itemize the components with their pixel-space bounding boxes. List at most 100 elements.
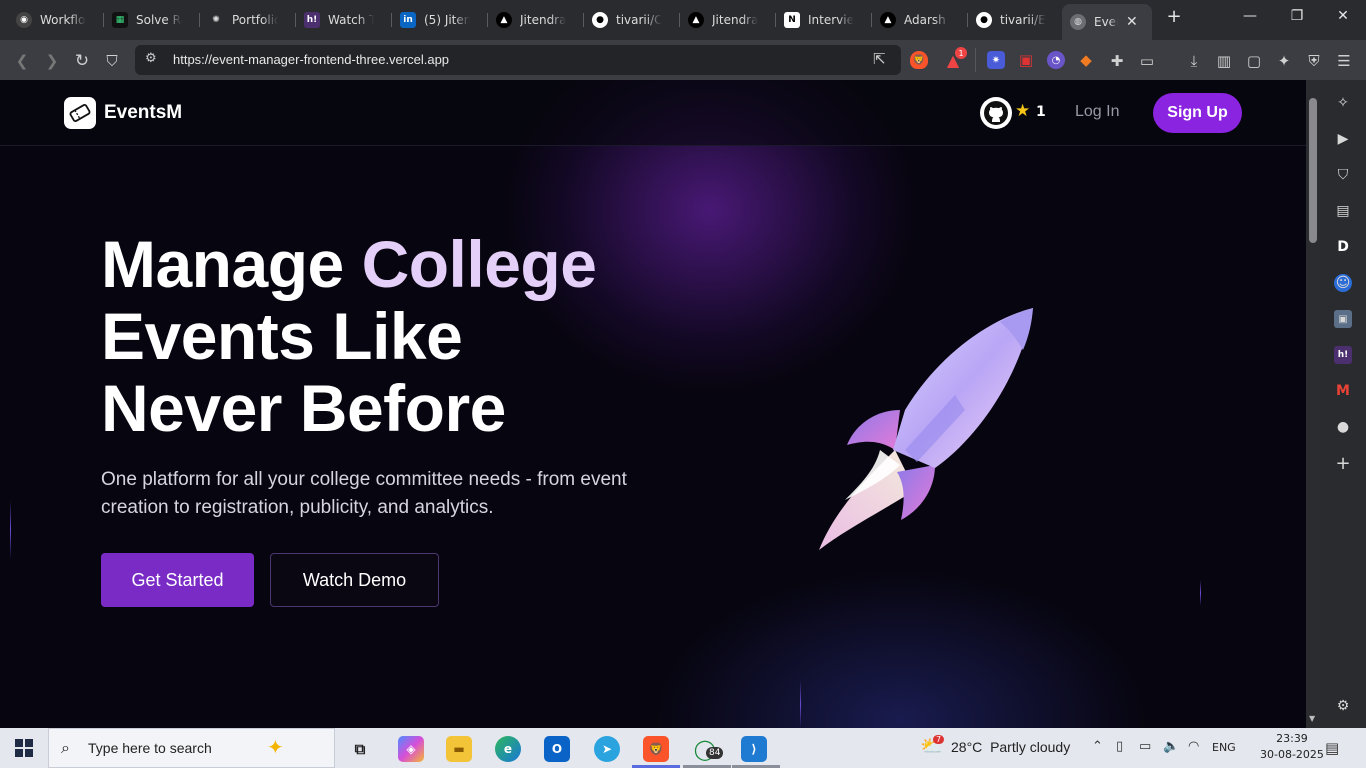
- device-icon[interactable]: ▯: [1116, 739, 1123, 754]
- browser-tab-strip: ◉ Workflow ▦ Solve Re ✺ Portfolio h! Wat…: [0, 0, 1366, 40]
- close-window-button[interactable]: ✕: [1331, 8, 1355, 24]
- wifi-icon[interactable]: ◠: [1188, 739, 1199, 754]
- tab-github-ev[interactable]: ● tivarii/Ev: [968, 6, 1060, 34]
- telegram-icon[interactable]: ➤: [594, 736, 620, 762]
- watch-demo-button[interactable]: Watch Demo: [270, 553, 439, 607]
- github-icon: ●: [592, 12, 608, 28]
- address-bar[interactable]: ⚙ https://event-manager-frontend-three.v…: [135, 45, 901, 75]
- login-link[interactable]: Log In: [1075, 103, 1119, 121]
- language-indicator[interactable]: ENG: [1212, 741, 1236, 754]
- menu-icon[interactable]: ☰: [1333, 50, 1355, 72]
- forward-icon[interactable]: ❯: [41, 50, 63, 72]
- bookmarks-panel-icon[interactable]: ⛉: [1334, 166, 1352, 184]
- add-sidebar-icon[interactable]: +: [1334, 453, 1352, 474]
- triangle-icon: ▲: [688, 12, 704, 28]
- notification-icon[interactable]: ▤: [1325, 739, 1339, 757]
- system-clock[interactable]: 23:39 30-08-2025: [1260, 731, 1324, 763]
- hashnode-icon: h!: [304, 12, 320, 28]
- url-text[interactable]: https://event-manager-frontend-three.ver…: [173, 52, 449, 67]
- reload-icon[interactable]: ↻: [71, 50, 93, 72]
- leo-icon[interactable]: ✧: [1334, 94, 1352, 112]
- extensions-icon[interactable]: ✚: [1106, 50, 1128, 72]
- tab-interview[interactable]: N Interview: [776, 6, 872, 34]
- notion-icon: N: [784, 12, 800, 28]
- windows-start-icon[interactable]: [15, 739, 33, 757]
- light-streak: [800, 680, 801, 728]
- hero-title-line1: Manage: [101, 227, 362, 301]
- metamask-icon[interactable]: ◆: [1077, 51, 1095, 69]
- globe-icon: ◍: [1070, 14, 1086, 30]
- share-icon[interactable]: ⇱: [873, 50, 886, 68]
- github-icon[interactable]: [980, 97, 1012, 129]
- minimize-button[interactable]: —: [1238, 8, 1262, 24]
- extension-1-icon[interactable]: ✷: [987, 51, 1005, 69]
- sidebar-toggle-icon[interactable]: ▥: [1213, 50, 1235, 72]
- workflow-icon: ◉: [16, 12, 32, 28]
- star-icon: ★: [1015, 101, 1031, 121]
- wallet-icon[interactable]: ▢: [1243, 50, 1265, 72]
- scroll-down-icon[interactable]: ▼: [1309, 714, 1315, 723]
- brave-shields-icon[interactable]: 🦁: [910, 51, 928, 69]
- close-icon[interactable]: ✕: [1126, 14, 1138, 30]
- leo-ai-icon[interactable]: ✦: [1273, 50, 1295, 72]
- bookmark-icon[interactable]: ⛉: [101, 50, 123, 72]
- tab-linkedin[interactable]: in (5) Jitend: [392, 6, 488, 34]
- ticket-logo-icon[interactable]: [64, 97, 96, 129]
- outlook-icon[interactable]: O: [544, 736, 570, 762]
- hero-subtitle: One platform for all your college commit…: [101, 469, 627, 518]
- weather-badge: 7: [933, 735, 945, 744]
- hero-title-highlight: College: [361, 227, 597, 301]
- battery-icon[interactable]: ▭: [1139, 739, 1151, 754]
- tab-portfolio[interactable]: ✺ Portfolio: [200, 6, 296, 34]
- taskbar-search[interactable]: ⌕ Type here to search ✦: [48, 728, 335, 768]
- tab-github-ch[interactable]: ● tivarii/Ch: [584, 6, 680, 34]
- back-icon[interactable]: ❮: [11, 50, 33, 72]
- rocket-illustration: [819, 308, 1033, 550]
- new-tab-button[interactable]: +: [1162, 6, 1186, 27]
- weather-widget[interactable]: 28°C Partly cloudy: [951, 739, 1070, 755]
- github-star-count: 1: [1036, 104, 1046, 120]
- tab-events-active[interactable]: ◍ Even ✕: [1062, 4, 1152, 40]
- screen-app-icon[interactable]: ▣: [1334, 310, 1352, 328]
- copilot-icon[interactable]: ◈: [398, 736, 424, 762]
- get-started-button[interactable]: Get Started: [101, 553, 254, 607]
- tab-solve[interactable]: ▦ Solve Re: [104, 6, 200, 34]
- screenshot-icon[interactable]: ▭: [1136, 50, 1158, 72]
- tab-watch[interactable]: h! Watch Th: [296, 6, 392, 34]
- profile-app-icon[interactable]: ☺: [1334, 274, 1352, 292]
- grid-icon: ▦: [112, 12, 128, 28]
- site-info-icon[interactable]: ⚙: [145, 51, 157, 66]
- extension-3-icon[interactable]: ◔: [1047, 51, 1065, 69]
- github-sidebar-icon[interactable]: ●: [1334, 418, 1352, 436]
- tab-jitendra-1[interactable]: ▲ Jitendra: [488, 6, 584, 34]
- page-scrollbar[interactable]: ▼: [1306, 80, 1320, 728]
- download-icon[interactable]: ⤓: [1183, 50, 1205, 72]
- d-app-icon[interactable]: D: [1334, 238, 1352, 256]
- gmail-icon[interactable]: M: [1334, 382, 1352, 400]
- triangle-icon: ▲: [496, 12, 512, 28]
- sparkle-icon: ✦: [267, 735, 284, 759]
- tab-jitendra-2[interactable]: ▲ Jitendra: [680, 6, 776, 34]
- edge-icon[interactable]: e: [495, 736, 521, 762]
- volume-icon[interactable]: 🔈: [1163, 739, 1179, 754]
- vpn-icon[interactable]: ⛨: [1303, 50, 1325, 72]
- site-navbar: EventsM ★ 1 Log In Sign Up: [0, 80, 1306, 146]
- tab-workflow[interactable]: ◉ Workflow: [8, 6, 104, 34]
- hashnode-sidebar-icon[interactable]: h!: [1334, 346, 1352, 364]
- extension-2-icon[interactable]: ▣: [1017, 51, 1035, 69]
- reading-list-icon[interactable]: ▤: [1334, 202, 1352, 220]
- whatsapp-badge: 84: [706, 747, 724, 759]
- scrollbar-thumb[interactable]: [1309, 98, 1317, 243]
- brave-taskbar-icon[interactable]: 🦁: [643, 736, 669, 762]
- playlist-icon[interactable]: ▶: [1334, 130, 1352, 148]
- tab-adarsh[interactable]: ▲ Adarsh T: [872, 6, 968, 34]
- brand-name[interactable]: EventsM: [104, 102, 182, 124]
- hero-title: Manage College Events Like Never Before: [101, 227, 597, 444]
- signup-button[interactable]: Sign Up: [1153, 93, 1242, 133]
- vscode-icon[interactable]: ⟩: [741, 736, 767, 762]
- settings-gear-icon[interactable]: ⚙: [1334, 697, 1352, 715]
- chevron-up-icon[interactable]: ⌃: [1092, 739, 1103, 754]
- file-explorer-icon[interactable]: ▬: [446, 736, 472, 762]
- task-view-icon[interactable]: ⧉: [347, 736, 373, 762]
- restore-button[interactable]: ❐: [1285, 8, 1309, 24]
